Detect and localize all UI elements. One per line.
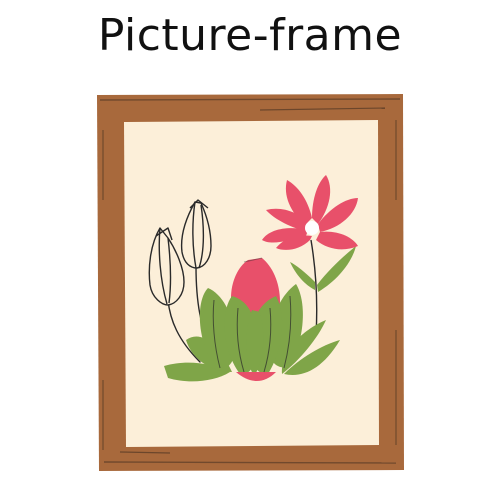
picture-frame-icon	[97, 94, 404, 471]
